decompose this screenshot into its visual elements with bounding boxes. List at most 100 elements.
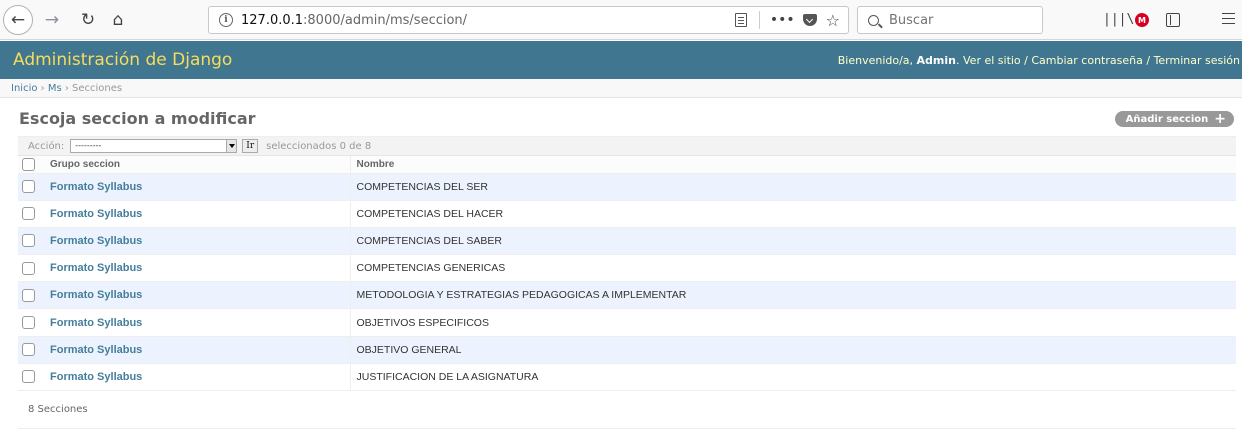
table-row: Formato Syllabus COMPETENCIAS DEL SABER <box>18 227 1236 256</box>
cell-grupo: Formato Syllabus <box>44 254 350 283</box>
row-checkbox[interactable] <box>22 234 35 248</box>
grupo-link[interactable]: Formato Syllabus <box>50 208 142 220</box>
library-icon[interactable]: |||\ <box>1103 12 1134 28</box>
row-checkbox[interactable] <box>22 288 35 302</box>
user-tools: Bienvenido/a, Admin. Ver el sitio / Camb… <box>837 53 1240 67</box>
row-checkbox[interactable] <box>22 343 35 357</box>
row-checkbox[interactable] <box>22 180 35 194</box>
paginator: 8 Secciones <box>18 391 1236 429</box>
row-select-cell <box>18 336 44 364</box>
site-name[interactable]: Administración de Django <box>13 50 232 70</box>
user-tools-sep: / <box>1142 53 1154 67</box>
select-all-cell <box>18 156 44 174</box>
cell-nombre: OBJETIVO GENERAL <box>349 336 1236 364</box>
view-site-link[interactable]: Ver el sitio <box>963 54 1021 67</box>
cell-grupo: Formato Syllabus <box>44 336 350 364</box>
url-text[interactable]: 127.0.0.1:8000/admin/ms/seccion/ <box>241 13 467 28</box>
row-select-cell <box>18 173 44 201</box>
url-separator <box>758 11 760 29</box>
reader-view-icon[interactable] <box>734 13 747 27</box>
table-row: Formato Syllabus OBJETIVOS ESPECIFICOS <box>18 308 1236 337</box>
row-select-cell <box>18 227 44 256</box>
breadcrumb-app[interactable]: Ms <box>48 83 62 94</box>
grupo-link[interactable]: Formato Syllabus <box>50 317 142 329</box>
info-icon[interactable]: i <box>219 13 233 27</box>
cell-grupo: Formato Syllabus <box>44 173 350 201</box>
table-row: Formato Syllabus OBJETIVO GENERAL <box>18 336 1236 364</box>
row-checkbox[interactable] <box>22 370 35 384</box>
grupo-link[interactable]: Formato Syllabus <box>50 262 142 274</box>
cell-grupo: Formato Syllabus <box>44 363 350 392</box>
plus-icon: + <box>1214 111 1226 127</box>
row-checkbox[interactable] <box>22 261 35 275</box>
reload-icon[interactable]: ↻ <box>76 8 100 32</box>
bookmark-star-icon[interactable]: ☆ <box>826 11 840 30</box>
cell-nombre: COMPETENCIAS GENERICAS <box>349 254 1236 283</box>
grupo-link[interactable]: Formato Syllabus <box>50 181 142 193</box>
cell-nombre: OBJETIVOS ESPECIFICOS <box>349 308 1236 337</box>
search-icon <box>868 14 879 26</box>
grupo-link[interactable]: Formato Syllabus <box>50 289 142 301</box>
breadcrumb-home[interactable]: Inicio <box>11 83 37 94</box>
column-header-nombre[interactable]: Nombre <box>349 156 1236 174</box>
back-arrow-icon[interactable]: ← <box>3 5 33 35</box>
pocket-icon[interactable] <box>802 14 817 26</box>
changelist: Acción: --------- Ir seleccionados 0 de … <box>18 136 1236 429</box>
select-all-checkbox[interactable] <box>22 157 35 171</box>
table-row: Formato Syllabus COMPETENCIAS GENERICAS <box>18 254 1236 283</box>
logout-link[interactable]: Terminar sesión <box>1154 54 1240 67</box>
table-row: Formato Syllabus COMPETENCIAS DEL SER <box>18 173 1236 201</box>
breadcrumb: Inicio › Ms › Secciones <box>0 79 1242 98</box>
cell-nombre: COMPETENCIAS DEL HACER <box>349 200 1236 228</box>
hamburger-menu-icon[interactable] <box>1222 12 1235 24</box>
table-row: Formato Syllabus COMPETENCIAS DEL HACER <box>18 200 1236 228</box>
page-actions-icon[interactable]: ••• <box>770 12 795 28</box>
cell-nombre: METODOLOGIA Y ESTRATEGIAS PEDAGOGICAS A … <box>349 281 1236 310</box>
column-header-grupo[interactable]: Grupo seccion <box>44 156 350 174</box>
actions-bar: Acción: --------- Ir seleccionados 0 de … <box>18 136 1236 156</box>
action-select[interactable]: --------- <box>70 139 238 153</box>
cell-grupo: Formato Syllabus <box>44 308 350 337</box>
home-icon[interactable]: ⌂ <box>106 8 130 32</box>
row-select-cell <box>18 308 44 337</box>
cell-grupo: Formato Syllabus <box>44 200 350 228</box>
user-tools-sep: / <box>1020 53 1032 67</box>
admin-header: Administración de Django Bienvenido/a, A… <box>0 41 1242 79</box>
row-select-cell <box>18 363 44 392</box>
cell-grupo: Formato Syllabus <box>44 227 350 256</box>
grupo-link[interactable]: Formato Syllabus <box>50 344 142 356</box>
welcome-text: Bienvenido/a, <box>837 53 914 67</box>
change-password-link[interactable]: Cambiar contraseña <box>1031 54 1142 67</box>
search-bar[interactable]: Buscar <box>857 6 1043 34</box>
url-bar[interactable]: i 127.0.0.1:8000/admin/ms/seccion/ ••• ☆ <box>208 6 849 34</box>
row-checkbox[interactable] <box>22 207 35 221</box>
username: Admin <box>916 53 956 67</box>
row-select-cell <box>18 281 44 310</box>
cell-grupo: Formato Syllabus <box>44 281 350 310</box>
forward-arrow-icon[interactable]: → <box>40 8 64 32</box>
action-label: Acción: <box>28 140 65 152</box>
page-title: Escoja seccion a modificar <box>19 109 256 128</box>
breadcrumb-sep: › <box>61 83 73 94</box>
go-button[interactable]: Ir <box>242 139 259 153</box>
grupo-link[interactable]: Formato Syllabus <box>50 371 142 383</box>
cell-nombre: COMPETENCIAS DEL SER <box>349 173 1236 201</box>
grupo-link[interactable]: Formato Syllabus <box>50 235 142 247</box>
table-row: Formato Syllabus METODOLOGIA Y ESTRATEGIA… <box>18 281 1236 310</box>
result-table: Grupo seccion Nombre Formato Syllabus COM… <box>18 156 1236 392</box>
breadcrumb-sep: › <box>37 83 48 94</box>
row-select-cell <box>18 200 44 228</box>
cell-nombre: COMPETENCIAS DEL SABER <box>349 227 1236 256</box>
browser-toolbar: ← → ↻ ⌂ i 127.0.0.1:8000/admin/ms/seccio… <box>0 0 1242 40</box>
selected-count: seleccionados 0 de 8 <box>266 140 372 152</box>
add-seccion-button[interactable]: Añadir seccion + <box>1114 111 1234 127</box>
table-row: Formato Syllabus JUSTIFICACION DE LA ASIG… <box>18 363 1236 392</box>
table-header-row: Grupo seccion Nombre <box>18 156 1236 174</box>
sidebar-toggle-icon[interactable] <box>1166 13 1180 27</box>
search-placeholder: Buscar <box>889 12 934 28</box>
row-checkbox[interactable] <box>22 316 35 330</box>
dropdown-arrow-icon[interactable] <box>226 140 237 152</box>
add-seccion-label: Añadir seccion <box>1125 113 1209 125</box>
cell-nombre: JUSTIFICACION DE LA ASIGNATURA <box>349 363 1236 392</box>
extension-icon[interactable]: M <box>1135 13 1149 27</box>
